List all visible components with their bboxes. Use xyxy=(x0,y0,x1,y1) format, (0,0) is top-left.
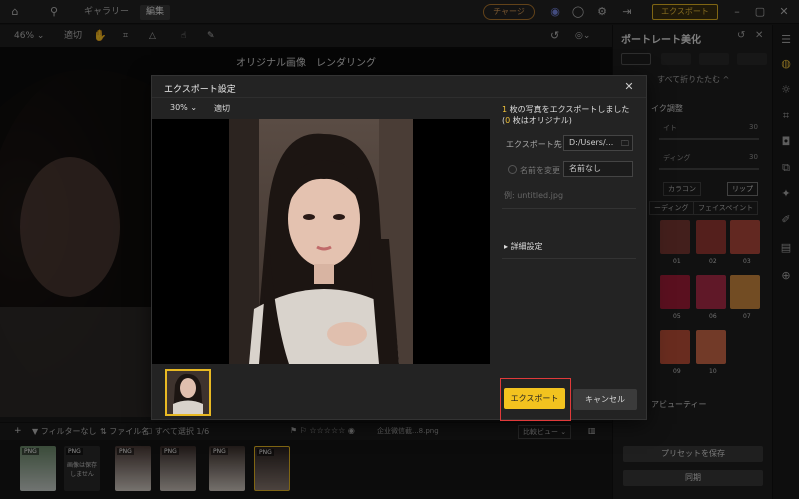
filename-value: 名前なし xyxy=(569,164,601,173)
export-status-line2: 枚はオリジナル) xyxy=(512,116,572,125)
preview-zoom-value: 30% xyxy=(170,103,188,112)
preview-zoom-select[interactable]: 30% ⌄ xyxy=(170,103,197,112)
destination-label: エクスポート先 xyxy=(506,140,562,149)
destination-path-value: D:/Users/... xyxy=(569,138,614,147)
export-preview xyxy=(152,119,490,364)
advanced-settings-label: 詳細設定 xyxy=(510,242,543,251)
original-count: 0 xyxy=(505,116,511,125)
thumb-photo xyxy=(167,371,209,414)
advanced-settings-toggle[interactable]: ▸ 詳細設定 xyxy=(504,241,543,252)
rename-label: 名前を変更 xyxy=(520,166,560,175)
filename-example: 例: untitled.jpg xyxy=(504,191,564,200)
dialog-header: エクスポート設定 ✕ xyxy=(152,76,646,98)
dialog-title: エクスポート設定 xyxy=(164,85,236,95)
preview-fit-button[interactable]: 適切 xyxy=(214,103,230,114)
export-button[interactable]: エクスポート xyxy=(504,388,565,409)
divider xyxy=(502,258,636,259)
export-count: 1 xyxy=(502,105,508,114)
preview-photo xyxy=(229,119,413,364)
preview-toolbar: 30% ⌄ 適切 xyxy=(152,98,490,119)
cancel-button[interactable]: キャンセル xyxy=(573,389,637,410)
divider xyxy=(502,208,636,209)
rename-radio[interactable] xyxy=(508,165,517,174)
export-status-message: 1 枚の写真をエクスポートしました (0 枚はオリジナル) xyxy=(502,104,629,126)
folder-icon[interactable]: 🗀 xyxy=(621,137,629,151)
export-settings-dialog: エクスポート設定 ✕ 30% ⌄ 適切 1 枚の写真をエクスポートしました (0… xyxy=(151,75,648,421)
destination-path-field[interactable]: D:/Users/... 🗀 xyxy=(563,135,633,151)
export-status-line1: 枚の写真をエクスポートしました xyxy=(509,105,630,114)
selected-export-thumb[interactable] xyxy=(165,369,211,416)
filename-field[interactable]: 名前なし xyxy=(563,161,633,177)
export-settings-panel: 1 枚の写真をエクスポートしました (0 枚はオリジナル) エクスポート先 D:… xyxy=(490,98,648,421)
close-icon[interactable]: ✕ xyxy=(622,80,636,94)
